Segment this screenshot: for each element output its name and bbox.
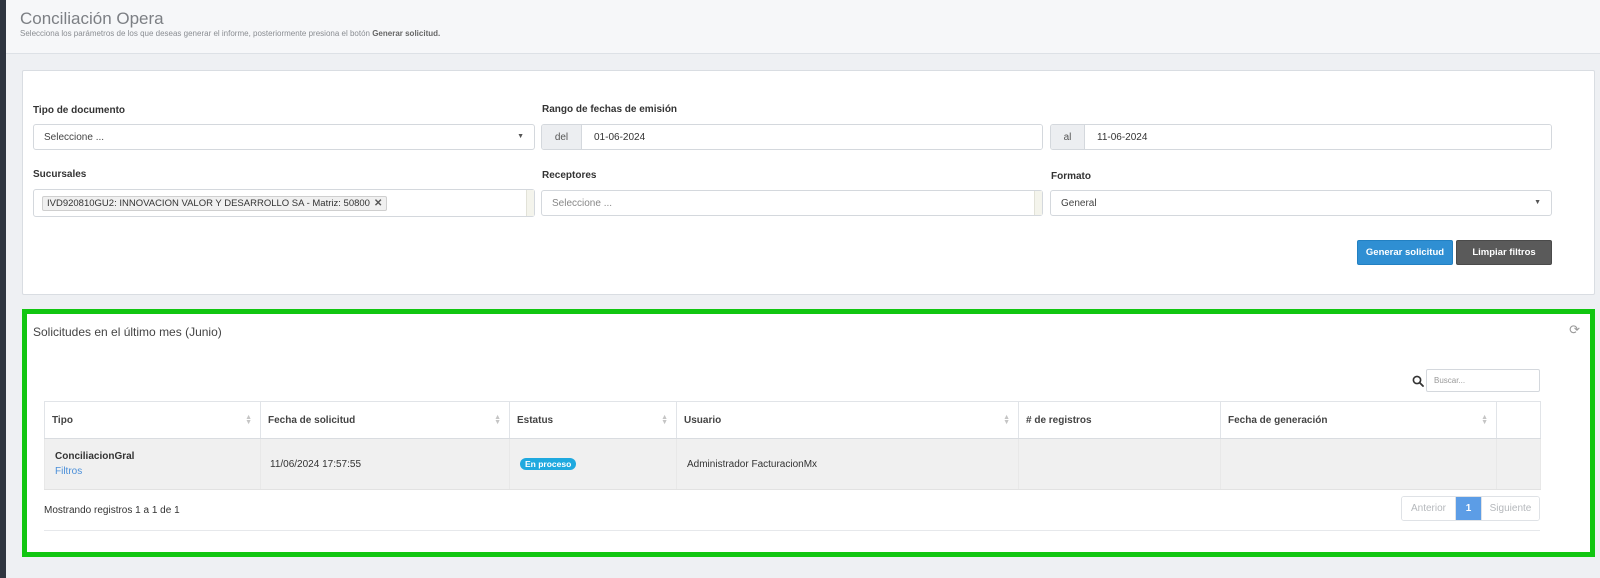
sucursal-tag-text: IVD920810GU2: INNOVACION VALOR Y DESARRO… xyxy=(47,197,370,209)
column-header-fecha-solicitud[interactable]: Fecha de solicitud ▲ ▼ xyxy=(260,401,510,439)
refresh-icon[interactable]: ⟳ xyxy=(1569,322,1580,338)
tipo-documento-select[interactable]: Seleccione ... ▼ xyxy=(33,124,535,150)
sucursal-tag: IVD920810GU2: INNOVACION VALOR Y DESARRO… xyxy=(42,195,388,211)
cell-usuario: Administrador FacturacionMx xyxy=(676,438,1019,490)
fecha-al-addon: al xyxy=(1051,125,1085,149)
column-header-usuario[interactable]: Usuario ▲ ▼ xyxy=(676,401,1019,439)
scrollbar[interactable] xyxy=(526,190,534,216)
column-header-tipo[interactable]: Tipo ▲ ▼ xyxy=(44,401,261,439)
fecha-al-input[interactable]: 11-06-2024 xyxy=(1085,125,1551,149)
table-info: Mostrando registros 1 a 1 de 1 xyxy=(44,505,180,516)
tipo-documento-value: Seleccione ... xyxy=(44,131,105,143)
divider xyxy=(44,530,1540,531)
page-subtitle: Selecciona los parámetros de los que des… xyxy=(20,29,440,38)
cell-actions xyxy=(1496,438,1541,490)
row-tipo-text: ConciliacionGral xyxy=(55,451,135,462)
column-header-label: Fecha de solicitud xyxy=(268,414,356,426)
chevron-down-icon: ▼ xyxy=(1534,199,1541,206)
results-title: Solicitudes en el último mes (Junio) xyxy=(33,325,222,339)
page-header: Conciliación Opera Selecciona los paráme… xyxy=(6,0,1600,54)
left-nav-bar xyxy=(0,0,6,578)
formato-label: Formato xyxy=(1051,171,1091,182)
cell-tipo: ConciliacionGral Filtros xyxy=(44,438,261,490)
limpiar-filtros-button[interactable]: Limpiar filtros xyxy=(1456,240,1552,265)
search-input[interactable]: Buscar... xyxy=(1426,369,1540,392)
sucursales-multiselect[interactable]: IVD920810GU2: INNOVACION VALOR Y DESARRO… xyxy=(33,189,535,217)
cell-registros xyxy=(1018,438,1221,490)
column-header-label: # de registros xyxy=(1026,414,1092,426)
fecha-del-group: del 01-06-2024 xyxy=(541,124,1043,150)
page-title: Conciliación Opera xyxy=(20,9,164,28)
sucursales-label: Sucursales xyxy=(33,169,87,180)
results-panel: Solicitudes en el último mes (Junio) ⟳ B… xyxy=(22,309,1595,557)
cell-fecha-generacion xyxy=(1220,438,1497,490)
sort-icon: ▲ ▼ xyxy=(245,414,252,426)
column-header-fecha-generacion[interactable]: Fecha de generación ▲ ▼ xyxy=(1220,401,1497,439)
sort-icon: ▲ ▼ xyxy=(1481,414,1488,426)
column-header-estatus[interactable]: Estatus ▲ ▼ xyxy=(509,401,677,439)
column-header-label: Usuario xyxy=(684,414,722,426)
sort-icon: ▲ ▼ xyxy=(661,414,668,426)
pagination: Anterior 1 Siguiente xyxy=(1401,496,1540,521)
status-badge: En proceso xyxy=(520,458,577,470)
fecha-al-group: al 11-06-2024 xyxy=(1050,124,1552,150)
sort-icon: ▲ ▼ xyxy=(1003,414,1010,426)
sort-icon: ▲ ▼ xyxy=(494,414,501,426)
table-header-row: Tipo ▲ ▼ Fecha de solicitud ▲ ▼ Estatus ▲ ▼ Us… xyxy=(44,401,1541,439)
filters-card: Tipo de documento Seleccione ... ▼ Rango… xyxy=(22,70,1595,295)
column-header-label: Fecha de generación xyxy=(1228,414,1328,426)
tipo-documento-label: Tipo de documento xyxy=(33,105,126,116)
page-subtitle-text: Selecciona los parámetros de los que des… xyxy=(20,29,373,38)
scrollbar[interactable] xyxy=(1034,191,1042,215)
chevron-down-icon: ▼ xyxy=(517,133,524,140)
cell-estatus: En proceso xyxy=(509,438,677,490)
cell-fecha-solicitud: 11/06/2024 17:57:55 xyxy=(260,438,510,490)
pagination-page[interactable]: 1 xyxy=(1456,497,1481,520)
receptores-multiselect[interactable]: Seleccione ... xyxy=(541,190,1043,216)
formato-value: General xyxy=(1061,197,1097,209)
results-table: Tipo ▲ ▼ Fecha de solicitud ▲ ▼ Estatus ▲ ▼ Us… xyxy=(44,401,1541,490)
pagination-previous[interactable]: Anterior xyxy=(1402,497,1456,520)
column-header-label: Tipo xyxy=(52,414,73,426)
rango-fechas-label: Rango de fechas de emisión xyxy=(542,104,678,115)
filtros-link[interactable]: Filtros xyxy=(55,466,260,477)
table-row: ConciliacionGral Filtros 11/06/2024 17:5… xyxy=(44,438,1541,490)
receptores-placeholder: Seleccione ... xyxy=(552,197,613,209)
column-header-label: Estatus xyxy=(517,414,554,426)
pagination-next[interactable]: Siguiente xyxy=(1481,497,1539,520)
generar-solicitud-button[interactable]: Generar solicitud xyxy=(1357,240,1453,265)
receptores-label: Receptores xyxy=(542,170,597,181)
column-header-registros[interactable]: # de registros xyxy=(1018,401,1221,439)
formato-select[interactable]: General ▼ xyxy=(1050,190,1552,216)
fecha-del-addon: del xyxy=(542,125,582,149)
column-header-actions xyxy=(1496,401,1541,439)
search-icon xyxy=(1412,375,1424,387)
remove-tag-icon[interactable]: ✕ xyxy=(374,198,382,209)
fecha-del-input[interactable]: 01-06-2024 xyxy=(582,125,1042,149)
page-subtitle-bold: Generar solicitud. xyxy=(372,29,441,38)
